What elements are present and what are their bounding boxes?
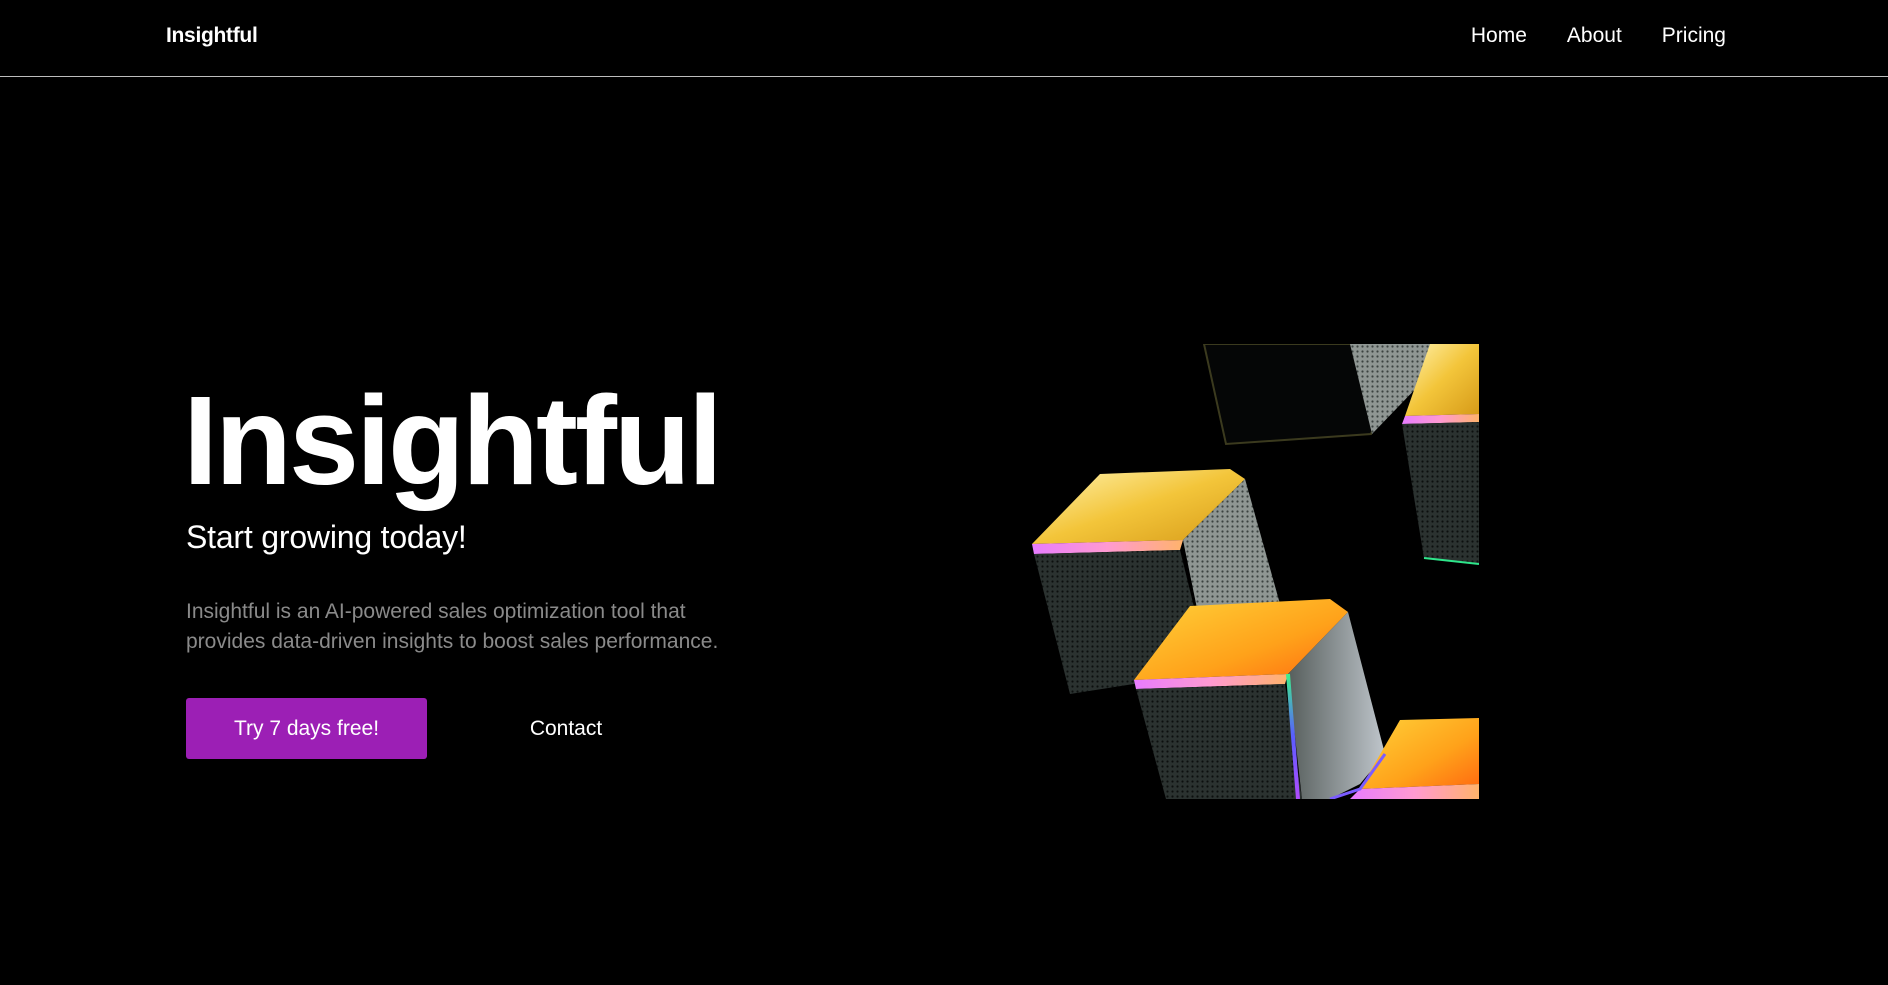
brand-logo[interactable]: Insightful	[166, 24, 258, 48]
hero-title: Insightful	[183, 370, 723, 511]
nav-link-pricing[interactable]: Pricing	[1662, 24, 1726, 48]
contact-button[interactable]: Contact	[505, 698, 627, 759]
navbar: Insightful Home About Pricing	[0, 0, 1888, 77]
nav-link-about[interactable]: About	[1567, 24, 1622, 48]
landing-page: Insightful Home About Pricing Insightful…	[0, 0, 1888, 985]
nav-links: Home About Pricing	[1471, 24, 1726, 48]
hero-description: Insightful is an AI-powered sales optimi…	[186, 600, 719, 653]
nav-link-home[interactable]: Home	[1471, 24, 1527, 48]
hero-cubes-illustration	[1030, 344, 1479, 799]
try-free-button[interactable]: Try 7 days free!	[186, 698, 427, 759]
hero-subtitle: Start growing today!	[186, 519, 467, 555]
